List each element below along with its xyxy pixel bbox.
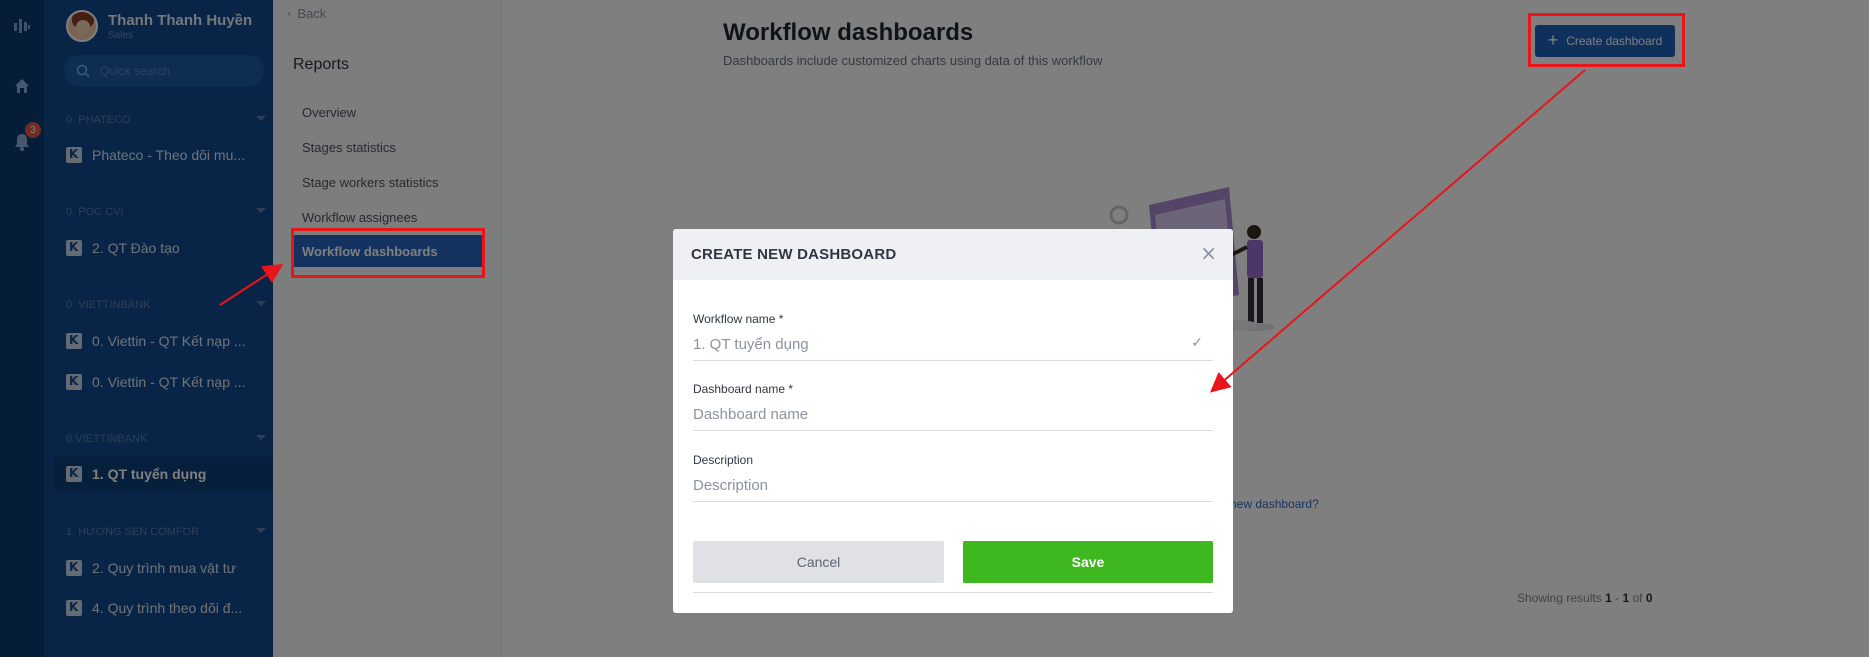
description-label: Description: [693, 453, 754, 467]
check-icon: ✓: [1191, 335, 1203, 351]
dialog-title: CREATE NEW DASHBOARD: [691, 246, 897, 263]
cancel-button[interactable]: Cancel: [693, 541, 944, 583]
description-field[interactable]: [693, 470, 1213, 502]
workflow-name-input[interactable]: [693, 336, 1213, 353]
annotation-highlight-menu: [291, 228, 485, 278]
dashboard-name-label: Dashboard name *: [693, 382, 794, 396]
close-icon[interactable]: ×: [1200, 243, 1217, 263]
description-input[interactable]: [693, 477, 1213, 494]
annotation-highlight-create-button: [1528, 13, 1685, 67]
workflow-name-field[interactable]: ✓: [693, 329, 1213, 361]
create-dashboard-dialog: CREATE NEW DASHBOARD × Workflow name * ✓…: [673, 229, 1233, 613]
dialog-header: CREATE NEW DASHBOARD ×: [673, 229, 1233, 280]
dashboard-name-field[interactable]: [693, 399, 1213, 431]
save-button[interactable]: Save: [963, 541, 1213, 583]
workflow-name-label: Workflow name *: [693, 312, 784, 326]
dashboard-name-input[interactable]: [693, 406, 1213, 423]
